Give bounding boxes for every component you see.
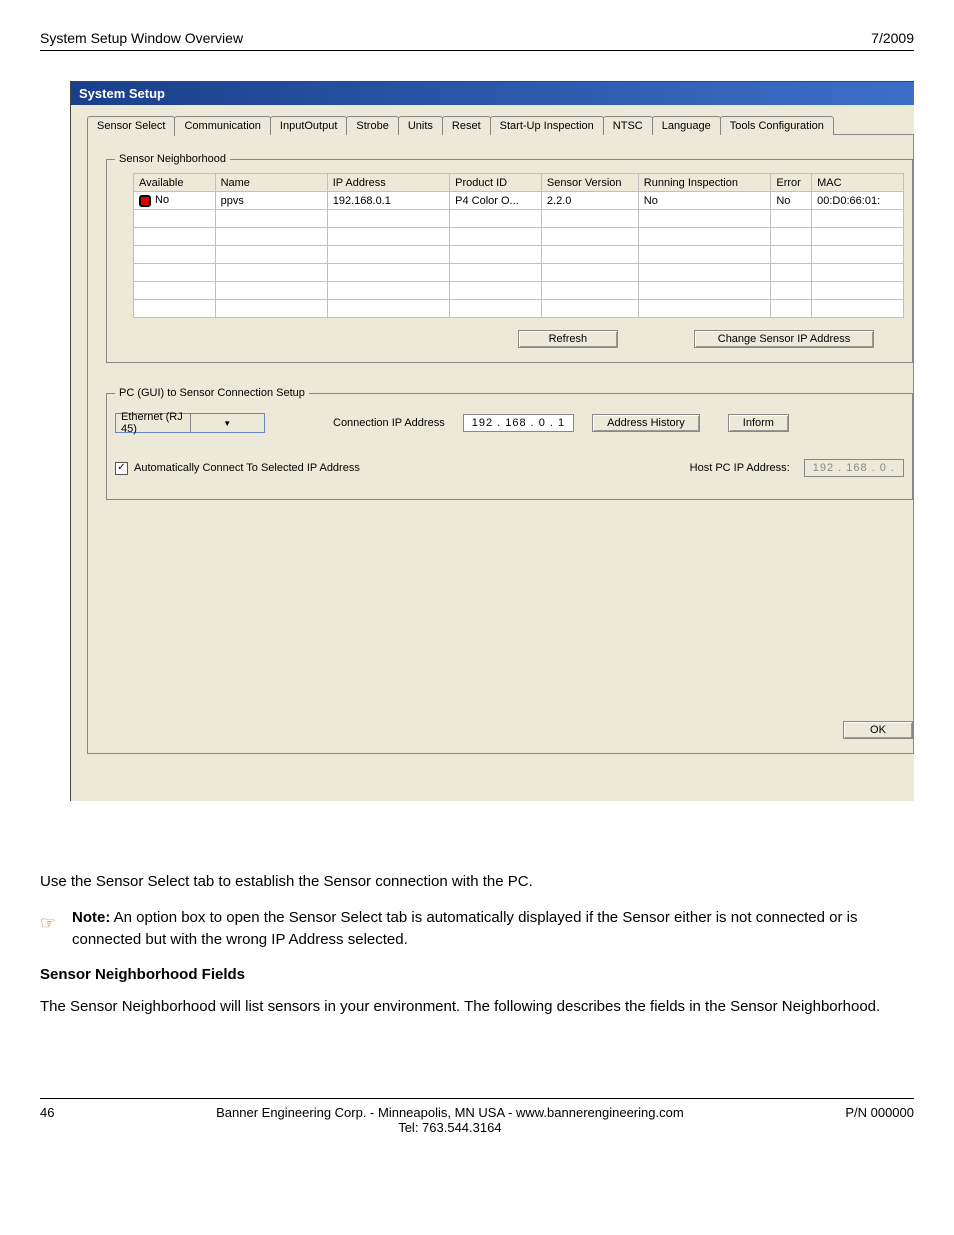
sensor-select-panel: Sensor Neighborhood Available Name IP Ad… [87,134,914,754]
col-running-inspection[interactable]: Running Inspection [638,174,771,192]
cell-available: No [134,192,216,210]
section-heading: Sensor Neighborhood Fields [40,964,914,986]
header-right: 7/2009 [871,30,914,46]
tab-reset[interactable]: Reset [442,116,491,135]
pointing-hand-icon [40,910,62,926]
tab-start-up-inspection[interactable]: Start-Up Inspection [490,116,604,135]
connection-type-select[interactable]: Ethernet (RJ 45) ▼ [115,413,265,433]
col-sensor-version[interactable]: Sensor Version [541,174,638,192]
col-available[interactable]: Available [134,174,216,192]
intro-paragraph: Use the Sensor Select tab to establish t… [40,871,914,893]
table-row [134,228,904,246]
page-footer: 46 Banner Engineering Corp. - Minneapoli… [40,1098,914,1135]
connection-setup-legend: PC (GUI) to Sensor Connection Setup [115,387,309,399]
section-body: The Sensor Neighborhood will list sensor… [40,996,914,1018]
host-ip-value: 192 . 168 . 0 . [804,459,904,477]
auto-connect-label: Automatically Connect To Selected IP Add… [134,462,360,474]
cell-ip: 192.168.0.1 [327,192,449,210]
tab-strobe[interactable]: Strobe [346,116,398,135]
cell-version: 2.2.0 [541,192,638,210]
table-row [134,246,904,264]
tab-language[interactable]: Language [652,116,721,135]
table-row [134,264,904,282]
chevron-down-icon: ▼ [190,414,265,432]
header-left: System Setup Window Overview [40,30,243,46]
sensor-table[interactable]: Available Name IP Address Product ID Sen… [133,173,904,318]
tab-tools-configuration[interactable]: Tools Configuration [720,116,834,135]
footer-pn: P/N 000000 [845,1105,914,1120]
cell-name: ppvs [215,192,327,210]
change-ip-button[interactable]: Change Sensor IP Address [694,330,874,348]
cell-mac: 00:D0:66:01: [812,192,904,210]
col-error[interactable]: Error [771,174,812,192]
refresh-button[interactable]: Refresh [518,330,618,348]
footer-company: Banner Engineering Corp. - Minneapolis, … [216,1105,684,1120]
connection-setup-group: PC (GUI) to Sensor Connection Setup Ethe… [106,387,913,500]
sensor-neighborhood-group: Sensor Neighborhood Available Name IP Ad… [106,153,913,363]
sensor-neighborhood-legend: Sensor Neighborhood [115,153,230,165]
table-row [134,210,904,228]
neighborhood-buttons: Refresh Change Sensor IP Address [115,318,904,348]
col-ip-address[interactable]: IP Address [327,174,449,192]
auto-connect-checkbox[interactable]: ✓ [115,462,128,475]
col-mac[interactable]: MAC [812,174,904,192]
address-history-button[interactable]: Address History [592,414,700,432]
tab-strip: Sensor Select Communication InputOutput … [87,115,914,135]
table-row [134,282,904,300]
table-row[interactable]: No ppvs 192.168.0.1 P4 Color O... 2.2.0 … [134,192,904,210]
page-number: 46 [40,1105,54,1120]
table-row [134,300,904,318]
note-label: Note: [72,909,110,926]
window-title: System Setup [71,82,914,105]
cell-error: No [771,192,812,210]
col-product-id[interactable]: Product ID [450,174,542,192]
system-setup-window: System Setup Sensor Select Communication… [70,81,914,801]
col-name[interactable]: Name [215,174,327,192]
note-block: Note: An option box to open the Sensor S… [40,907,914,951]
tab-units[interactable]: Units [398,116,443,135]
body-text: Use the Sensor Select tab to establish t… [40,871,914,1018]
table-header-row: Available Name IP Address Product ID Sen… [134,174,904,192]
note-text: An option box to open the Sensor Select … [72,909,857,948]
connection-ip-label: Connection IP Address [333,417,445,429]
connection-ip-input[interactable]: 192 . 168 . 0 . 1 [463,414,574,432]
status-indicator-icon [139,195,151,207]
cell-running: No [638,192,771,210]
tab-communication[interactable]: Communication [174,116,270,135]
connection-type-value: Ethernet (RJ 45) [116,411,190,435]
tab-ntsc[interactable]: NTSC [603,116,653,135]
cell-product: P4 Color O... [450,192,542,210]
page-header: System Setup Window Overview 7/2009 [40,30,914,51]
tab-input-output[interactable]: InputOutput [270,116,348,135]
host-ip-label: Host PC IP Address: [690,462,790,474]
footer-tel: Tel: 763.544.3164 [398,1120,501,1135]
inform-button[interactable]: Inform [728,414,789,432]
ok-button[interactable]: OK [843,721,913,739]
tab-sensor-select[interactable]: Sensor Select [87,116,175,136]
